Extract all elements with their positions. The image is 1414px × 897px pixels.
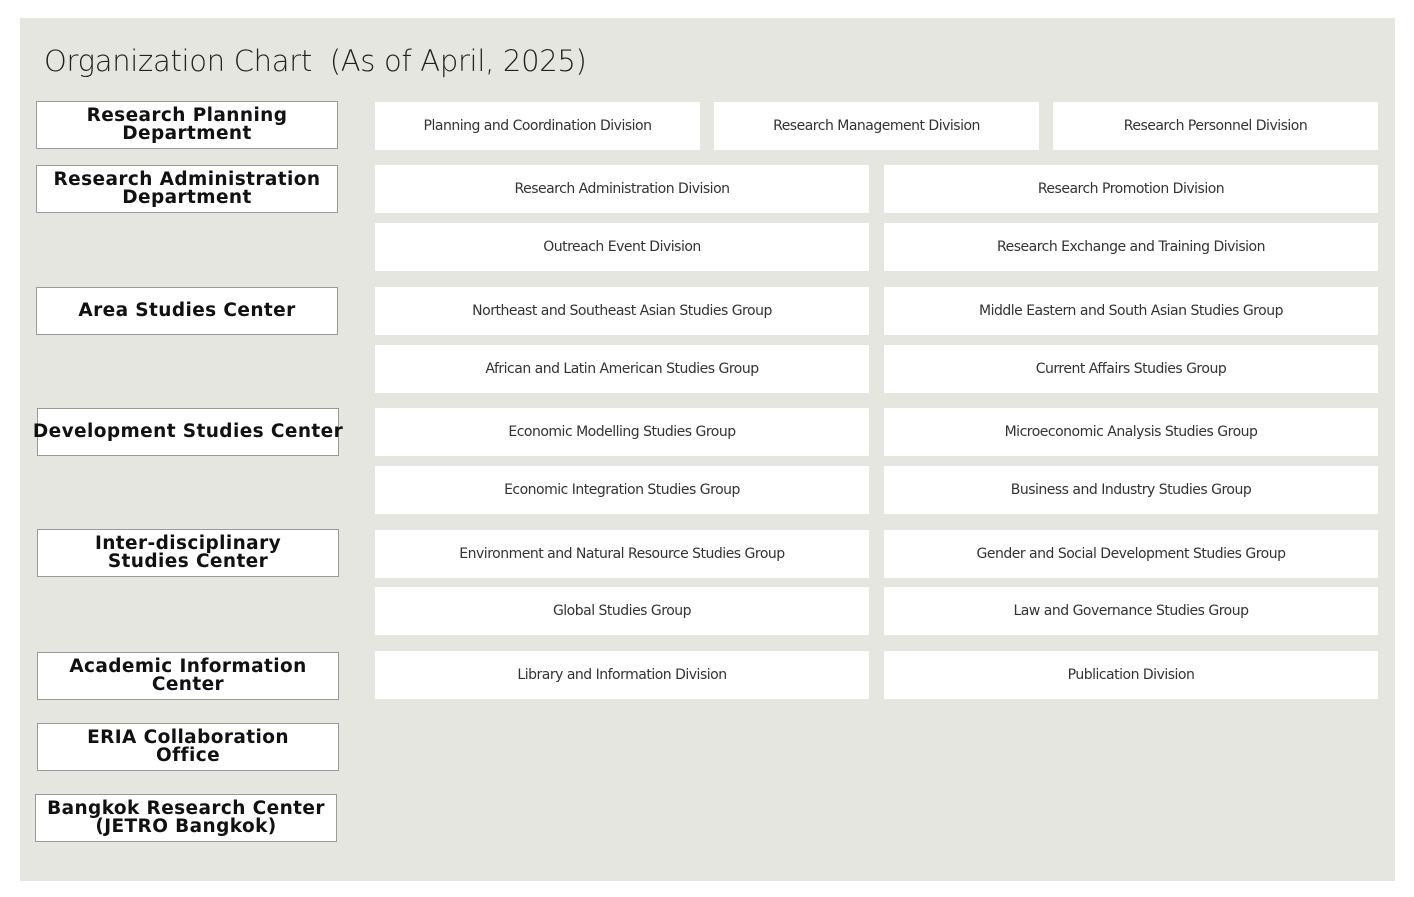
department-academic-information-center: Academic Information Center	[37, 652, 339, 700]
division-research-administration: Research Administration Division	[375, 165, 869, 213]
chart-title: Organization Chart (As of April, 2025)	[44, 44, 587, 78]
group-business-and-industry-studies: Business and Industry Studies Group	[884, 466, 1378, 514]
group-middle-eastern-south-asian-studies: Middle Eastern and South Asian Studies G…	[884, 287, 1378, 335]
group-african-latin-american-studies: African and Latin American Studies Group	[375, 345, 869, 393]
department-bangkok-research-center: Bangkok Research Center (JETRO Bangkok)	[35, 794, 337, 842]
division-planning-and-coordination: Planning and Coordination Division	[375, 102, 700, 150]
division-research-exchange-and-training: Research Exchange and Training Division	[884, 223, 1378, 271]
department-research-administration: Research Administration Department	[36, 165, 338, 213]
group-environment-natural-resource-studies: Environment and Natural Resource Studies…	[375, 530, 869, 578]
division-outreach-event: Outreach Event Division	[375, 223, 869, 271]
division-research-management: Research Management Division	[714, 102, 1039, 150]
group-law-and-governance-studies: Law and Governance Studies Group	[884, 587, 1378, 635]
group-microeconomic-analysis-studies: Microeconomic Analysis Studies Group	[884, 408, 1378, 456]
group-economic-modelling-studies: Economic Modelling Studies Group	[375, 408, 869, 456]
group-gender-social-development-studies: Gender and Social Development Studies Gr…	[884, 530, 1378, 578]
department-inter-disciplinary-studies-center: Inter-disciplinary Studies Center	[37, 529, 339, 577]
division-library-and-information: Library and Information Division	[375, 651, 869, 699]
group-global-studies: Global Studies Group	[375, 587, 869, 635]
group-northeast-southeast-asian-studies: Northeast and Southeast Asian Studies Gr…	[375, 287, 869, 335]
department-development-studies-center: Development Studies Center	[33, 408, 343, 456]
group-current-affairs-studies: Current Affairs Studies Group	[884, 345, 1378, 393]
group-economic-integration-studies: Economic Integration Studies Group	[375, 466, 869, 514]
department-area-studies-center: Area Studies Center	[36, 287, 338, 335]
department-eria-collaboration-office: ERIA Collaboration Office	[37, 723, 339, 771]
department-research-planning: Research Planning Department	[36, 101, 338, 149]
division-publication: Publication Division	[884, 651, 1378, 699]
division-research-promotion: Research Promotion Division	[884, 165, 1378, 213]
division-research-personnel: Research Personnel Division	[1053, 102, 1378, 150]
